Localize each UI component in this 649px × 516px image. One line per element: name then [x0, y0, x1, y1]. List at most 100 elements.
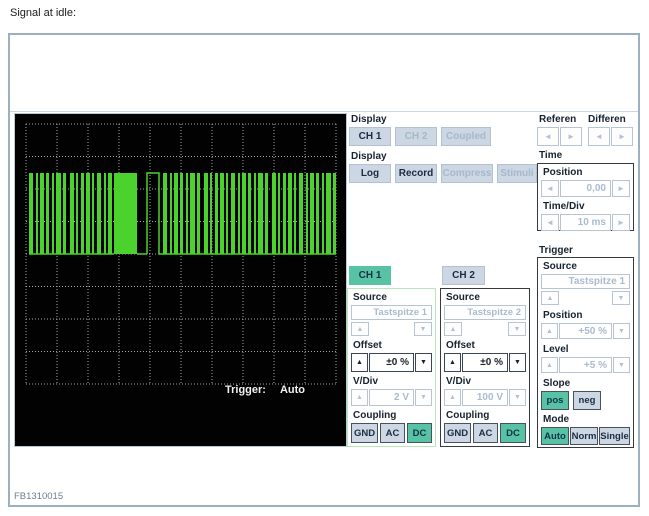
- up-arrow-icon: ▲: [546, 361, 553, 369]
- trigger-source-up-button[interactable]: ▲: [541, 291, 559, 305]
- ch1-source-down-button[interactable]: ▼: [414, 322, 432, 336]
- ch2-vdiv-up-button[interactable]: ▲: [444, 389, 461, 406]
- trigger-label: Trigger: [539, 245, 573, 256]
- figure-id: FB1310015: [14, 491, 64, 502]
- trigger-level-down-button[interactable]: ▼: [613, 357, 630, 373]
- ch1-offset-up-button[interactable]: ▲: [351, 353, 368, 372]
- referen-next-button[interactable]: ►: [560, 127, 582, 146]
- down-arrow-icon: ▼: [618, 327, 625, 335]
- ch2-source-value: Tastspitze 2: [444, 305, 526, 320]
- ch2-source-label: Source: [446, 292, 480, 303]
- down-arrow-icon: ▼: [513, 325, 521, 333]
- ch2-coupling-dc-button[interactable]: DC: [500, 423, 526, 443]
- trigger-panel: Source Tastspitze 1 ▲ ▼ Position ▲ +50 %…: [537, 257, 634, 448]
- time-position-increase-button[interactable]: ►: [612, 180, 630, 197]
- up-arrow-icon: ▲: [356, 394, 363, 401]
- ch2-coupling-ac-button[interactable]: AC: [473, 423, 498, 443]
- left-arrow-icon: ◄: [546, 217, 554, 227]
- time-label: Time: [539, 150, 563, 161]
- trigger-source-label: Source: [543, 261, 577, 272]
- trigger-level-value: +5 %: [559, 357, 612, 373]
- down-arrow-icon: ▼: [618, 361, 625, 369]
- up-arrow-icon: ▲: [546, 327, 553, 335]
- time-div-label: Time/Div: [543, 201, 585, 212]
- up-arrow-icon: ▲: [449, 359, 456, 366]
- compress-button[interactable]: Compress: [441, 164, 493, 183]
- ch2-tab[interactable]: CH 2: [442, 266, 485, 285]
- mode-norm-button[interactable]: Norm: [570, 427, 598, 445]
- record-button[interactable]: Record: [395, 164, 437, 183]
- ch1-offset-value: ±0 %: [369, 353, 414, 372]
- referen-prev-button[interactable]: ◄: [537, 127, 559, 146]
- mode-auto-button[interactable]: Auto: [541, 427, 569, 445]
- ch2-offset-down-button[interactable]: ▼: [509, 353, 526, 372]
- ch1-source-value: Tastspitze 1: [351, 305, 432, 320]
- display-coupled-button[interactable]: Coupled: [441, 127, 491, 146]
- time-position-value: 0,00: [560, 180, 611, 197]
- trigger-source-down-button[interactable]: ▼: [612, 291, 630, 305]
- log-button[interactable]: Log: [349, 164, 391, 183]
- ch1-source-label: Source: [353, 292, 387, 303]
- trigger-mode-label: Mode: [543, 414, 570, 425]
- down-arrow-icon: ▼: [514, 359, 521, 366]
- ch2-offset-label: Offset: [446, 340, 475, 351]
- ch1-coupling-gnd-button[interactable]: GND: [351, 423, 378, 443]
- trigger-status-value: Auto: [279, 384, 305, 396]
- differen-prev-button[interactable]: ◄: [588, 127, 610, 146]
- right-arrow-icon: ►: [617, 217, 625, 227]
- display-ch2-button[interactable]: CH 2: [395, 127, 437, 146]
- trigger-slope-label: Slope: [543, 378, 571, 389]
- trigger-level-label: Level: [543, 344, 569, 355]
- ch2-offset-up-button[interactable]: ▲: [444, 353, 461, 372]
- ch1-panel: Source Tastspitze 1 ▲ ▼ Offset ▲ ±0 % ▼ …: [347, 288, 436, 447]
- left-arrow-icon: ◄: [595, 131, 603, 141]
- display-modes-label: Display: [351, 151, 387, 162]
- time-div-increase-button[interactable]: ►: [612, 214, 630, 231]
- slope-neg-button[interactable]: neg: [573, 391, 601, 410]
- ch2-source-down-button[interactable]: ▼: [508, 322, 526, 336]
- ch2-coupling-gnd-button[interactable]: GND: [444, 423, 471, 443]
- right-arrow-icon: ►: [567, 131, 575, 141]
- trigger-level-up-button[interactable]: ▲: [541, 357, 558, 373]
- time-div-decrease-button[interactable]: ◄: [541, 214, 559, 231]
- differen-next-button[interactable]: ►: [611, 127, 633, 146]
- main-frame: Trigger: Auto Display CH 1 CH 2 Coupled …: [8, 33, 640, 507]
- ch1-source-up-button[interactable]: ▲: [351, 322, 369, 336]
- ch2-source-up-button[interactable]: ▲: [444, 322, 462, 336]
- up-arrow-icon: ▲: [449, 394, 456, 401]
- trigger-source-value: Tastspitze 1: [541, 274, 630, 289]
- mode-single-button[interactable]: Single: [599, 427, 630, 445]
- time-div-value: 10 ms: [560, 214, 611, 231]
- ch1-offset-down-button[interactable]: ▼: [415, 353, 432, 372]
- ch2-offset-value: ±0 %: [462, 353, 508, 372]
- ch1-vdiv-up-button[interactable]: ▲: [351, 389, 368, 406]
- slope-pos-button[interactable]: pos: [541, 391, 569, 410]
- ch1-tab[interactable]: CH 1: [349, 266, 391, 285]
- up-arrow-icon: ▲: [449, 325, 457, 333]
- differen-label: Differen: [588, 114, 626, 125]
- display-channels-label: Display: [351, 114, 387, 125]
- page-title: Signal at idle:: [10, 7, 77, 19]
- up-arrow-icon: ▲: [546, 294, 554, 302]
- trigger-position-value: +50 %: [559, 323, 612, 339]
- trigger-position-up-button[interactable]: ▲: [541, 323, 558, 339]
- panel-divider: [10, 111, 638, 112]
- stimuli-button[interactable]: Stimuli: [497, 164, 537, 183]
- time-position-decrease-button[interactable]: ◄: [541, 180, 559, 197]
- trigger-status: Trigger: Auto: [225, 384, 305, 396]
- ch1-vdiv-down-button[interactable]: ▼: [415, 389, 432, 406]
- ch1-coupling-dc-button[interactable]: DC: [407, 423, 432, 443]
- ch2-vdiv-down-button[interactable]: ▼: [509, 389, 526, 406]
- display-ch1-button[interactable]: CH 1: [349, 127, 391, 146]
- ch1-coupling-ac-button[interactable]: AC: [380, 423, 405, 443]
- referen-label: Referen: [539, 114, 577, 125]
- down-arrow-icon: ▼: [420, 394, 427, 401]
- trigger-position-down-button[interactable]: ▼: [613, 323, 630, 339]
- time-position-label: Position: [543, 167, 583, 178]
- ch1-offset-label: Offset: [353, 340, 382, 351]
- ch2-vdiv-label: V/Div: [446, 376, 472, 387]
- up-arrow-icon: ▲: [356, 325, 364, 333]
- right-arrow-icon: ►: [617, 183, 625, 193]
- down-arrow-icon: ▼: [617, 294, 625, 302]
- time-panel: Position ◄ 0,00 ► Time/Div ◄ 10 ms ►: [537, 163, 634, 231]
